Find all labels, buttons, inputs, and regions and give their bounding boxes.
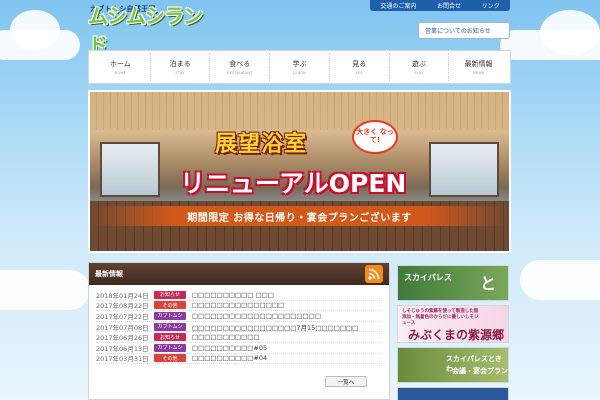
- hero-subtitle: リニューアルOPEN: [180, 169, 407, 198]
- nav-label: 学ぶ: [292, 60, 307, 68]
- hero-ceiling: [90, 92, 509, 130]
- nav-item-play[interactable]: 遊ぶ PLAY: [390, 53, 450, 81]
- nav-sublabel: PLAY: [414, 71, 424, 75]
- banner-meeting-plan[interactable]: スカイパレスときわ 会議・宴会プラン: [397, 347, 509, 383]
- site-logo[interactable]: ムシムシランド: [88, 4, 210, 57]
- main-nav: ホーム HOME 泊まる STAY 食べる RESTAURANT 学ぶ LEAR…: [88, 50, 511, 84]
- news-item[interactable]: 2017年08月22日 その他 □□□□□□□□□□□□□□□: [96, 301, 382, 312]
- news-panel: 最新情報 2018年01月24日 お知らせ □□□□□□□□□□ □□□ 201…: [88, 262, 390, 400]
- news-more-label: 一覧へ: [337, 379, 355, 386]
- nav-sublabel: LEARN: [293, 71, 306, 75]
- nav-sublabel: SEE: [355, 71, 363, 75]
- nav-item-see[interactable]: 見る SEE: [330, 53, 390, 81]
- news-item[interactable]: 2018年01月24日 お知らせ □□□□□□□□□□ □□□: [96, 290, 382, 301]
- utility-link-links[interactable]: リンク: [482, 1, 500, 10]
- news-tag: カブトムシ: [154, 322, 186, 331]
- hero-title: 展望浴室: [215, 132, 308, 157]
- news-text: □□□□□□□□□□#05: [192, 343, 268, 352]
- rss-glyph: [368, 268, 380, 280]
- banner-text: 会議・宴会プラン: [452, 367, 508, 375]
- nav-label: 見る: [352, 60, 367, 68]
- cloud: [0, 270, 90, 310]
- nav-label: 最新情報: [464, 60, 493, 68]
- news-item[interactable]: 2017年03月31日 その他 □□□□□□□□□□#04: [96, 354, 382, 365]
- news-date: 2017年06月13日: [96, 344, 149, 353]
- news-tag: カブトムシ: [154, 343, 186, 352]
- news-text: □□□□□□□□□□□: [192, 333, 260, 342]
- news-tag: カブトムシ: [154, 311, 186, 320]
- news-text: □□□□□□□□□□□□□□□□□7月15□□□□□□□: [192, 323, 359, 332]
- utility-bar: 交通のご案内 お問合せ リンク: [370, 0, 510, 11]
- hero-strip-text: 期間限定 お得な日帰り・宴会プランございます: [187, 212, 412, 224]
- news-text: □□□□□□□□□□#04: [192, 354, 268, 363]
- news-date: 2018年01月24日: [96, 291, 149, 300]
- news-list: 2018年01月24日 お知らせ □□□□□□□□□□ □□□ 2017年08月…: [89, 285, 389, 369]
- notice-button[interactable]: 営業についてのお知らせ: [418, 22, 510, 39]
- nav-sublabel: HOME: [114, 71, 127, 75]
- banner-text: スカイパレス: [404, 273, 452, 282]
- news-more-button[interactable]: 一覧へ: [325, 376, 367, 387]
- news-item[interactable]: 2017年07月22日 カブトムシ □□□□□□□□□□□□□□□□□□□□□: [96, 311, 382, 322]
- nav-item-stay[interactable]: 泊まる STAY: [151, 53, 211, 81]
- nav-item-home[interactable]: ホーム HOME: [91, 53, 151, 81]
- nav-label: ホーム: [109, 60, 131, 68]
- news-text: □□□□□□□□□□□□□□□□□□□□□: [192, 311, 321, 320]
- news-text: □□□□□□□□□□□□□□□: [192, 301, 285, 310]
- news-header: 最新情報: [89, 263, 389, 285]
- cloud: [10, 10, 60, 50]
- news-tag: お知らせ: [154, 290, 186, 299]
- banner-partial[interactable]: [397, 387, 509, 400]
- nav-label: 遊ぶ: [411, 60, 426, 68]
- nav-item-learn[interactable]: 学ぶ LEARN: [270, 53, 330, 81]
- hero-window: [100, 142, 160, 197]
- cloud: [540, 10, 600, 55]
- banner-text: ときわ: [480, 274, 497, 300]
- nav-sublabel: NEWS: [473, 71, 485, 75]
- banner-text: しそじゅうの紫蘇を使って製造した無添加・無着色のからだに優しいしそジュース: [402, 309, 479, 326]
- news-text: □□□□□□□□□□ □□□: [192, 290, 274, 299]
- nav-sublabel: STAY: [175, 71, 185, 75]
- hero-strip: 期間限定 お得な日帰り・宴会プランございます: [90, 206, 509, 226]
- news-tag: お知らせ: [154, 333, 186, 342]
- cloud: [520, 260, 600, 300]
- nav-label: 泊まる: [169, 60, 191, 68]
- news-title: 最新情報: [95, 270, 123, 278]
- news-date: 2017年06月26日: [96, 334, 149, 343]
- news-tag: その他: [154, 354, 186, 363]
- hero-window: [429, 142, 499, 197]
- news-tag: その他: [154, 301, 186, 310]
- news-item[interactable]: 2017年06月13日 カブトムシ □□□□□□□□□□#05: [96, 343, 382, 354]
- hero-banner[interactable]: 展望浴室 大きく なって! リニューアルOPEN 期間限定 お得な日帰り・宴会プ…: [88, 90, 511, 253]
- banner-sky-palace[interactable]: スカイパレス ときわ: [397, 265, 509, 301]
- news-date: 2017年07月08日: [96, 323, 149, 332]
- hero-badge: 大きく なって!: [352, 120, 398, 154]
- banner-shigenkyo[interactable]: しそじゅうの紫蘇を使って製造した無添加・無着色のからだに優しいしそジュース みぶ…: [397, 305, 509, 343]
- rss-icon[interactable]: [365, 265, 383, 283]
- news-date: 2017年03月31日: [96, 355, 149, 364]
- utility-link-access[interactable]: 交通のご案内: [380, 1, 416, 10]
- nav-item-restaurant[interactable]: 食べる RESTAURANT: [210, 53, 271, 81]
- nav-sublabel: RESTAURANT: [227, 71, 253, 75]
- nav-item-news[interactable]: 最新情報 NEWS: [449, 53, 508, 81]
- news-date: 2017年07月22日: [96, 312, 149, 321]
- utility-link-contact[interactable]: お問合せ: [437, 1, 461, 10]
- news-item[interactable]: 2017年07月08日 カブトムシ □□□□□□□□□□□□□□□□□7月15□…: [96, 322, 382, 333]
- news-date: 2017年08月22日: [96, 302, 149, 311]
- nav-label: 食べる: [229, 60, 251, 68]
- banner-text: みぶくまの紫源郷: [408, 328, 505, 342]
- notice-label: 営業についてのお知らせ: [425, 28, 491, 35]
- news-item[interactable]: 2017年06月26日 お知らせ □□□□□□□□□□□: [96, 332, 382, 343]
